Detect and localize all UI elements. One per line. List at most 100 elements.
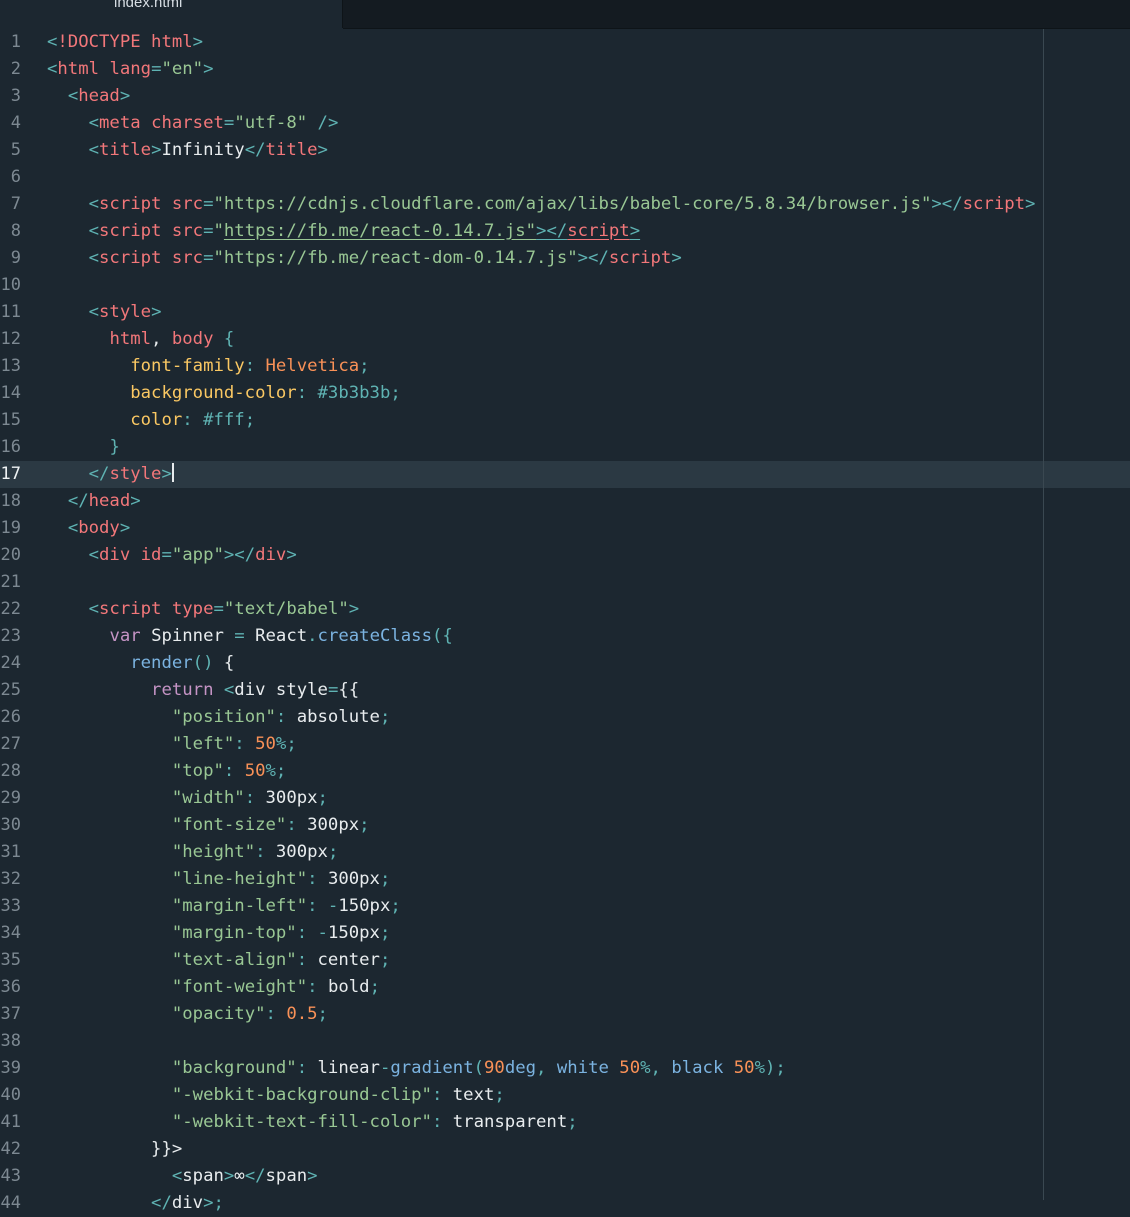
code-token: ; <box>390 383 401 403</box>
code-token: text <box>452 1085 495 1105</box>
code-line[interactable]: 25 return <div style={{ <box>0 677 1130 704</box>
code-line[interactable]: 39 "background": linear-gradient(90deg, … <box>0 1055 1130 1082</box>
code-token: < <box>88 194 100 214</box>
line-number: 25 <box>0 680 21 700</box>
code-line[interactable]: 34 "margin-top": -150px; <box>0 920 1130 947</box>
code-line[interactable]: 26 "position": absolute; <box>0 704 1130 731</box>
line-number: 13 <box>0 356 21 376</box>
code-line[interactable]: 2 <html lang="en"> <box>0 56 1130 83</box>
code-token: ></ <box>931 194 963 214</box>
code-line[interactable]: 15 color: #fff; <box>0 407 1130 434</box>
code-line[interactable]: 5 <title>Infinity</title> <box>0 137 1130 164</box>
code-token: deg <box>504 1058 537 1078</box>
code-token: 300px <box>265 788 318 808</box>
code-line[interactable]: 16 } <box>0 434 1130 461</box>
tab-index-html[interactable]: index.html <box>0 0 343 28</box>
code-line[interactable]: 38 <box>0 1028 1130 1055</box>
code-token: src <box>171 194 204 214</box>
code-token: div <box>255 545 287 565</box>
code-line[interactable]: 42 }}> <box>0 1136 1130 1163</box>
code-token: < <box>88 221 100 241</box>
code-token: linear <box>317 1058 380 1078</box>
code-line[interactable]: 33 "margin-left": -150px; <box>0 893 1130 920</box>
code-line[interactable]: 11 <style> <box>0 299 1130 326</box>
code-line[interactable]: 8 <script src="https://fb.me/react-0.14.… <box>0 218 1130 245</box>
code-token: https://fb.me/react-0.14.7.js" <box>223 221 537 241</box>
code-token: type <box>171 599 214 619</box>
line-number: 23 <box>0 626 21 646</box>
code-line[interactable]: 21 <box>0 569 1130 596</box>
code-token: Helvetica <box>265 356 360 376</box>
code-line[interactable]: 6 <box>0 164 1130 191</box>
code-line[interactable]: 24 render() { <box>0 650 1130 677</box>
code-token: %); <box>754 1058 786 1078</box>
code-token: font-family <box>130 356 245 376</box>
code-line[interactable]: 1 <!DOCTYPE html> <box>0 29 1130 56</box>
code-token: {{ <box>338 680 360 700</box>
code-token: meta <box>99 113 152 133</box>
code-line[interactable]: 35 "text-align": center; <box>0 947 1130 974</box>
code-token: < <box>223 680 235 700</box>
code-token: 50 <box>255 734 276 754</box>
code-line[interactable]: 19 <body> <box>0 515 1130 542</box>
code-line[interactable]: 7 <script src="https://cdnjs.cloudflare.… <box>0 191 1130 218</box>
code-line[interactable]: 9 <script src="https://fb.me/react-dom-0… <box>0 245 1130 272</box>
code-token: center <box>317 950 380 970</box>
code-line[interactable]: 20 <div id="app"></div> <box>0 542 1130 569</box>
code-token: "text/babel" <box>223 599 349 619</box>
line-number: 29 <box>0 788 21 808</box>
code-text: </head> <box>47 488 141 515</box>
code-line[interactable]: 32 "line-height": 300px; <box>0 866 1130 893</box>
code-line[interactable]: 36 "font-weight": bold; <box>0 974 1130 1001</box>
code-token: : <box>296 383 318 403</box>
code-token: createClass <box>317 626 432 646</box>
code-line[interactable]: 22 <script type="text/babel"> <box>0 596 1130 623</box>
code-token: ; <box>379 923 391 943</box>
code-line[interactable]: 43 <span>∞</span> <box>0 1163 1130 1190</box>
line-number: 37 <box>0 1004 21 1024</box>
code-token: { <box>213 329 235 349</box>
code-token: > <box>307 1166 318 1186</box>
code-token: < <box>88 545 100 565</box>
code-token: transparent <box>452 1112 568 1132</box>
code-token: < <box>67 518 79 538</box>
code-line[interactable]: 10 <box>0 272 1130 299</box>
code-token: : <box>244 356 266 376</box>
code-text: <div id="app"></div> <box>47 542 297 569</box>
code-line[interactable]: 44 </div>; <box>0 1190 1130 1217</box>
code-token: : <box>296 1058 318 1078</box>
code-line[interactable]: 41 "-webkit-text-fill-color": transparen… <box>0 1109 1130 1136</box>
code-line[interactable]: 23 var Spinner = React.createClass({ <box>0 623 1130 650</box>
code-line[interactable]: 31 "height": 300px; <box>0 839 1130 866</box>
code-token: { <box>223 653 235 673</box>
line-number: 26 <box>0 707 21 727</box>
code-line[interactable]: 4 <meta charset="utf-8" /> <box>0 110 1130 137</box>
code-line[interactable]: 18 </head> <box>0 488 1130 515</box>
code-line[interactable]: 14 background-color: #3b3b3b; <box>0 380 1130 407</box>
tab-label: index.html <box>114 0 183 11</box>
code-line[interactable]: 3 <head> <box>0 83 1130 110</box>
code-token: : <box>255 842 276 862</box>
code-line[interactable]: 30 "font-size": 300px; <box>0 812 1130 839</box>
code-token: : - <box>307 896 339 916</box>
code-line[interactable]: 13 font-family: Helvetica; <box>0 353 1130 380</box>
code-line[interactable]: 17 </style> <box>0 461 1130 488</box>
code-line[interactable]: 40 "-webkit-background-clip": text; <box>0 1082 1130 1109</box>
code-line[interactable]: 29 "width": 300px; <box>0 785 1130 812</box>
code-editor[interactable]: 1 <!DOCTYPE html> 2 <html lang="en"> 3 <head… <box>0 29 1130 1213</box>
code-token: id <box>140 545 162 565</box>
code-token: /> <box>307 113 339 133</box>
code-token: > <box>151 302 162 322</box>
code-token: !DOCTYPE html <box>57 32 193 52</box>
code-line[interactable]: 12 html, body { <box>0 326 1130 353</box>
code-line[interactable]: 37 "opacity": 0.5; <box>0 1001 1130 1028</box>
code-line[interactable]: 28 "top": 50%; <box>0 758 1130 785</box>
code-line[interactable]: 27 "left": 50%; <box>0 731 1130 758</box>
